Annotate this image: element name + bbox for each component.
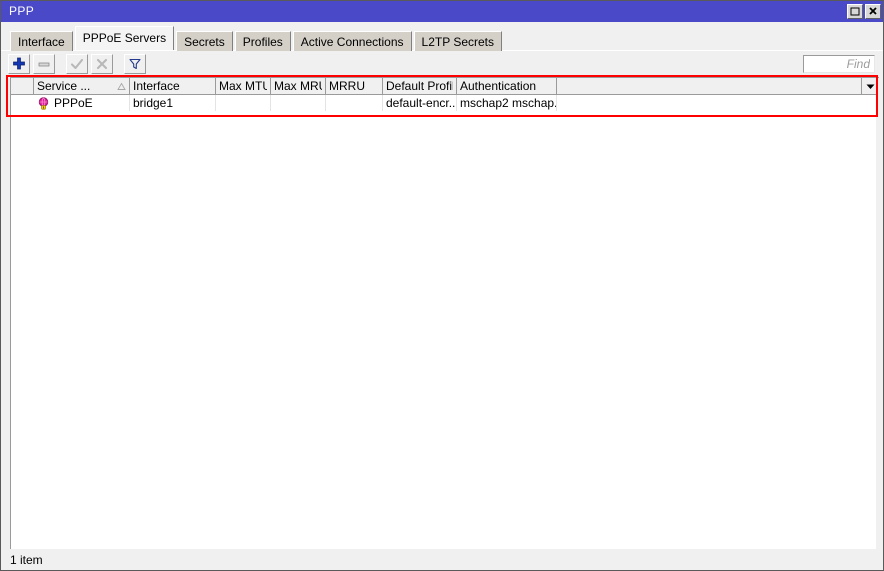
window-title: PPP — [9, 4, 35, 18]
tab-secrets[interactable]: Secrets — [176, 31, 233, 51]
ppp-window: PPP Interface PPPoE Servers Secrets Prof… — [0, 0, 884, 571]
tab-profiles[interactable]: Profiles — [234, 31, 291, 51]
search-input[interactable] — [803, 55, 875, 73]
toolbar — [1, 50, 883, 77]
vertical-scrollbar[interactable] — [876, 78, 879, 549]
row-flags-cell — [11, 95, 34, 111]
column-header-interface[interactable]: Interface — [130, 78, 216, 94]
tab-interface[interactable]: Interface — [10, 31, 73, 51]
column-header-mrru[interactable]: MRRU — [326, 78, 383, 94]
column-header-max-mru[interactable]: Max MRU — [271, 78, 326, 94]
pppoe-server-icon — [38, 96, 49, 110]
cross-icon — [96, 58, 108, 70]
cell-authentication: mschap2 mschap... — [457, 95, 557, 111]
cell-max-mru — [271, 95, 326, 111]
pppoe-servers-table: Service ... Interface Max MTU Max MRU MR… — [10, 77, 879, 549]
add-button[interactable] — [8, 54, 30, 74]
plus-icon — [13, 57, 25, 70]
funnel-icon — [129, 58, 141, 70]
maximize-button[interactable] — [847, 4, 863, 19]
cell-filler — [557, 95, 879, 111]
close-button[interactable] — [865, 4, 881, 19]
remove-button[interactable] — [33, 54, 55, 74]
check-icon — [70, 58, 84, 70]
chevron-down-icon — [866, 84, 875, 89]
item-count-label: 1 item — [10, 552, 43, 567]
column-header-authentication[interactable]: Authentication — [457, 78, 557, 94]
filter-button[interactable] — [124, 54, 146, 74]
enable-button[interactable] — [66, 54, 88, 74]
table-row[interactable]: PPPoE bridge1 default-encr... mschap2 ms… — [11, 95, 879, 111]
column-header-max-mtu[interactable]: Max MTU — [216, 78, 271, 94]
column-header-flags[interactable] — [11, 78, 34, 94]
cell-service: PPPoE — [34, 95, 130, 111]
sort-ascending-icon — [117, 82, 126, 90]
disable-button[interactable] — [91, 54, 113, 74]
column-header-default-profile[interactable]: Default Profile — [383, 78, 457, 94]
table-body: PPPoE bridge1 default-encr... mschap2 ms… — [11, 95, 879, 549]
tab-active-connections[interactable]: Active Connections — [292, 31, 412, 51]
minus-icon — [38, 62, 50, 67]
window-controls — [847, 4, 881, 19]
close-icon — [869, 7, 877, 15]
cell-default-profile: default-encr... — [383, 95, 457, 111]
table-header-row: Service ... Interface Max MTU Max MRU MR… — [11, 78, 879, 95]
column-header-service[interactable]: Service ... — [34, 78, 130, 94]
tab-strip: Interface PPPoE Servers Secrets Profiles… — [1, 22, 883, 51]
tab-l2tp-secrets[interactable]: L2TP Secrets — [413, 31, 502, 51]
maximize-icon — [850, 7, 860, 16]
status-bar: 1 item — [1, 549, 883, 570]
tab-pppoe-servers[interactable]: PPPoE Servers — [74, 26, 175, 50]
column-header-filler — [557, 78, 861, 94]
cell-mrru — [326, 95, 383, 111]
cell-interface: bridge1 — [130, 95, 216, 111]
window-titlebar[interactable]: PPP — [1, 1, 883, 22]
cell-max-mtu — [216, 95, 271, 111]
